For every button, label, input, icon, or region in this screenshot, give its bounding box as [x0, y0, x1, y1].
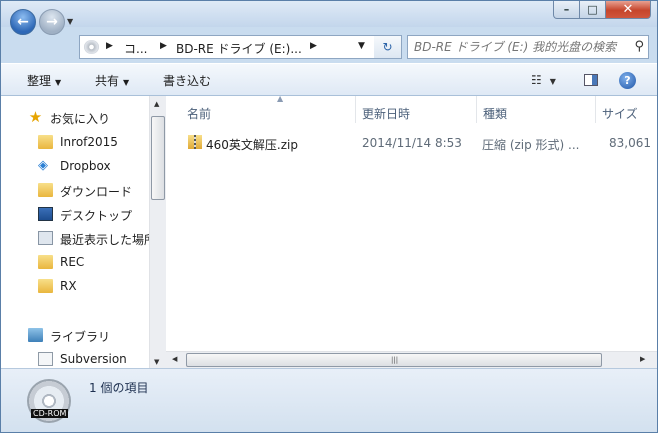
preview-pane-icon[interactable] — [584, 74, 598, 86]
sidebar-item-dropbox[interactable]: ◈ Dropbox — [1, 155, 149, 177]
sidebar-item-label: デスクトップ — [60, 209, 133, 223]
sidebar-item-inrof2015[interactable]: Inrof2015 — [1, 131, 149, 153]
sidebar-favorites[interactable]: ★ お気に入り — [1, 106, 149, 128]
file-list: 名前 ▲ 更新日時 種類 サイズ 460英文解压.zip 2014/11/14 … — [166, 94, 657, 368]
item-count: 1 個の項目 — [89, 381, 149, 395]
scroll-up-arrow-icon[interactable]: ▲ — [154, 100, 159, 108]
recent-places-icon — [38, 231, 53, 245]
desktop-icon — [38, 207, 53, 221]
column-header-label: サイズ — [602, 107, 638, 121]
sidebar-item-downloads[interactable]: ダウンロード — [1, 179, 149, 201]
sidebar-item-label: REC — [60, 255, 85, 269]
search-input[interactable] — [414, 38, 624, 56]
forward-button[interactable]: → — [39, 9, 65, 35]
breadcrumb-separator-icon[interactable]: ▶ — [106, 41, 113, 51]
breadcrumb-drive[interactable]: BD-RE ドライブ (E:)... — [176, 40, 302, 57]
sidebar-item-label: 最近表示した場所 — [60, 233, 149, 247]
folder-icon — [38, 279, 53, 293]
libraries-icon — [28, 328, 43, 342]
column-header-size[interactable]: サイズ — [596, 96, 657, 123]
sidebar-item-subversion[interactable]: Subversion — [1, 348, 149, 368]
sidebar-item-desktop[interactable]: デスクトップ — [1, 203, 149, 225]
details-pane: CD-ROM 1 個の項目 — [1, 368, 657, 432]
burn-label: 書き込む — [163, 74, 212, 88]
scroll-down-arrow-icon[interactable]: ▼ — [154, 358, 159, 366]
address-bar[interactable]: ▶ コ... ▶ BD-RE ドライブ (E:)... ▶ ▼ — [79, 35, 401, 59]
drive-icon — [84, 40, 99, 54]
chevron-down-icon: ▼ — [549, 77, 556, 86]
organize-button[interactable]: 整理 ▼ — [27, 72, 61, 89]
sidebar-item-recent-places[interactable]: 最近表示した場所 — [1, 227, 149, 249]
star-icon: ★ — [28, 108, 43, 126]
file-list-horizontal-scrollbar[interactable]: ◀ ||| ▶ — [166, 351, 657, 368]
chevron-down-icon: ▼ — [123, 78, 130, 87]
back-arrow-icon: ← — [17, 14, 29, 30]
zip-folder-icon — [188, 135, 202, 149]
sidebar-item-label: Subversion — [60, 352, 127, 366]
scroll-thumb[interactable]: ||| — [186, 353, 602, 367]
address-history-dropdown-icon[interactable]: ▼ — [358, 41, 365, 51]
sidebar-item-label: Inrof2015 — [60, 135, 118, 149]
sidebar-libraries-label: ライブラリ — [50, 330, 111, 344]
sidebar-item-label: RX — [60, 279, 77, 293]
chevron-down-icon: ▼ — [55, 78, 62, 87]
file-row[interactable]: 460英文解压.zip 2014/11/14 8:53 圧縮 (zip 形式) … — [181, 131, 657, 153]
column-header-name[interactable]: 名前 ▲ — [181, 94, 356, 123]
document-library-icon — [38, 352, 53, 366]
change-view-button[interactable]: ☷ ▼ — [531, 73, 556, 87]
command-bar: 整理 ▼ 共有 ▼ 書き込む ☷ ▼ ? — [1, 63, 657, 96]
refresh-button[interactable]: ↻ — [374, 35, 402, 59]
close-button[interactable]: ✕ — [606, 1, 651, 19]
scroll-right-arrow-icon[interactable]: ▶ — [640, 355, 645, 363]
navigation-pane: ★ お気に入り Inrof2015 ◈ Dropbox ダウンロード デスクトッ… — [1, 96, 149, 368]
sidebar-libraries[interactable]: ライブラリ — [1, 324, 149, 346]
breadcrumb-separator-icon[interactable]: ▶ — [310, 41, 317, 51]
downloads-folder-icon — [38, 183, 53, 197]
dropbox-icon: ◈ — [38, 158, 48, 173]
explorer-window: – □ ✕ ← → ▼ ▶ コ... ▶ BD-RE ドライブ (E:)... … — [0, 0, 658, 433]
search-icon[interactable]: ⚲ — [634, 39, 644, 54]
minimize-button[interactable]: – — [553, 1, 580, 19]
sidebar-item-label: Dropbox — [60, 159, 111, 173]
help-icon[interactable]: ? — [619, 72, 636, 89]
column-header-label: 名前 — [187, 107, 212, 121]
share-label: 共有 — [95, 74, 120, 88]
share-button[interactable]: 共有 ▼ — [95, 72, 129, 89]
folder-icon — [38, 135, 53, 149]
back-button[interactable]: ← — [10, 9, 36, 35]
navigation-pane-scrollbar[interactable]: ▲ ▼ — [149, 96, 166, 368]
window-controls: – □ ✕ — [553, 1, 651, 19]
file-date: 2014/11/14 8:53 — [362, 136, 462, 150]
forward-arrow-icon: → — [46, 14, 58, 30]
file-name: 460英文解压.zip — [206, 138, 298, 152]
file-size: 83,061 — [609, 136, 651, 150]
organize-label: 整理 — [27, 74, 52, 88]
maximize-button[interactable]: □ — [580, 1, 606, 19]
scroll-thumb[interactable] — [151, 116, 165, 200]
column-header-date[interactable]: 更新日時 — [356, 96, 477, 123]
sidebar-favorites-label: お気に入り — [50, 112, 111, 126]
search-box[interactable]: ⚲ — [407, 35, 649, 59]
breadcrumb-computer[interactable]: コ... — [124, 40, 147, 57]
cd-rom-label: CD-ROM — [31, 409, 69, 418]
scroll-left-arrow-icon[interactable]: ◀ — [172, 355, 177, 363]
recent-pages-dropdown-icon[interactable]: ▼ — [67, 17, 73, 26]
column-header-label: 種類 — [483, 107, 508, 121]
sidebar-item-label: ダウンロード — [60, 185, 133, 199]
folder-icon — [38, 255, 53, 269]
sidebar-item-rx[interactable]: RX — [1, 275, 149, 297]
refresh-icon: ↻ — [382, 40, 393, 54]
sort-ascending-icon: ▲ — [277, 94, 284, 103]
title-bar[interactable]: – □ ✕ — [1, 1, 657, 27]
column-header-type[interactable]: 種類 — [477, 96, 596, 123]
burn-button[interactable]: 書き込む — [163, 72, 211, 89]
file-type: 圧縮 (zip 形式) ... — [482, 138, 580, 152]
view-details-icon: ☷ — [531, 73, 542, 87]
scroll-grip-icon: ||| — [391, 356, 399, 364]
breadcrumb-separator-icon[interactable]: ▶ — [160, 41, 167, 51]
column-header-label: 更新日時 — [362, 107, 411, 121]
sidebar-item-rec[interactable]: REC — [1, 251, 149, 273]
